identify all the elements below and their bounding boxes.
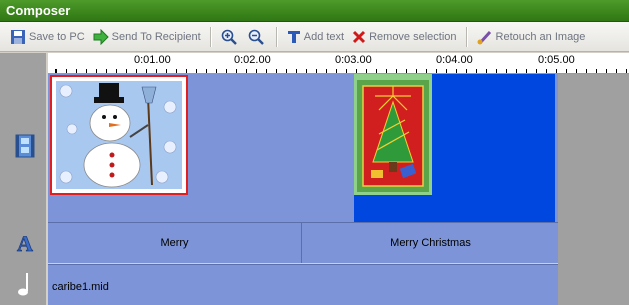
save-to-pc-button[interactable]: Save to PC: [6, 26, 89, 48]
music-note-icon: [18, 273, 28, 296]
music-file-label: caribe1.mid: [52, 281, 109, 293]
letter-a-icon: A: [17, 231, 34, 255]
toolbar-separator: [465, 26, 468, 47]
toolbar-separator: [209, 26, 212, 47]
text-track[interactable]: Merry Merry Christmas: [48, 223, 558, 263]
toolbar-separator: [275, 26, 278, 47]
zoom-in-button[interactable]: [217, 26, 244, 48]
timeline-ruler[interactable]: 0:01.00 0:02.00 0:03.00 0:04.00 0:05.00: [48, 53, 629, 74]
red-x-icon: [353, 30, 366, 43]
snowman-image: [52, 77, 186, 193]
zoom-out-button[interactable]: [244, 26, 271, 48]
retouch-image-button[interactable]: Retouch an Image: [473, 26, 590, 48]
ruler-mark: 0:04.00: [436, 54, 473, 66]
ruler-mark: 0:02.00: [234, 54, 271, 66]
arrow-right-icon: [93, 28, 109, 45]
ruler-mark: 0:01.00: [134, 54, 171, 66]
film-icon: [15, 134, 35, 158]
toolbar: Save to PC Send To Recipient Add text Re…: [0, 22, 629, 52]
ruler-ticks: [48, 69, 629, 73]
remove-selection-label: Remove selection: [369, 30, 457, 43]
retouch-image-label: Retouch an Image: [495, 30, 586, 43]
snowman-clip[interactable]: [50, 75, 188, 195]
christmas-tree-image: [357, 80, 429, 192]
floppy-disk-icon: [11, 29, 25, 44]
text-t-icon: [287, 30, 300, 43]
add-text-button[interactable]: Add text: [283, 26, 348, 48]
track-icon-column: A: [0, 53, 46, 305]
zoom-in-icon: [221, 29, 237, 45]
add-text-label: Add text: [303, 30, 345, 43]
text-segment[interactable]: Merry Christmas: [303, 223, 558, 263]
empty-timeline-area: [558, 74, 629, 305]
christmas-tree-clip[interactable]: [357, 80, 429, 192]
send-to-recipient-button[interactable]: Send To Recipient: [89, 26, 205, 48]
ruler-mark: 0:05.00: [538, 54, 575, 66]
save-to-pc-label: Save to PC: [29, 30, 85, 43]
ruler-mark: 0:03.00: [335, 54, 372, 66]
music-track[interactable]: caribe1.mid: [48, 264, 558, 305]
paintbrush-icon: [477, 30, 491, 44]
text-segment[interactable]: Merry: [48, 223, 302, 263]
composer-window: Composer Save to PC Send To Recipient Ad…: [0, 0, 629, 305]
remove-selection-button[interactable]: Remove selection: [348, 26, 460, 48]
window-title: Composer: [0, 0, 629, 22]
zoom-out-icon: [248, 29, 264, 45]
svg-text:A: A: [17, 231, 33, 255]
send-to-recipient-label: Send To Recipient: [111, 30, 201, 43]
